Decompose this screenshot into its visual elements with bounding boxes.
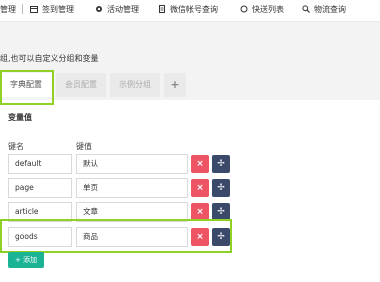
nav-item-wechat[interactable]: 微信帐号查询 (158, 3, 218, 17)
move-handle-button[interactable]: ✢ (212, 228, 230, 246)
gear-icon (95, 4, 103, 12)
circle-icon (240, 4, 248, 13)
nav-item-signin[interactable]: 签到管理 (30, 3, 74, 17)
key-field[interactable]: goods (8, 227, 72, 247)
move-handle-button[interactable]: ✢ (212, 155, 230, 173)
add-tab-button[interactable]: + (164, 73, 186, 97)
document-icon (158, 4, 166, 13)
calendar-icon (30, 4, 38, 13)
nav-item-label: 管理 (0, 5, 16, 14)
nav-separator (22, 4, 23, 14)
top-nav: 管理 签到管理 活动管理 微信帐号查询 快送列表 物流查询 (0, 0, 380, 22)
value-field[interactable]: 单页 (76, 178, 188, 198)
nav-item-label: 签到管理 (42, 5, 74, 14)
nav-item-label: 快送列表 (252, 5, 284, 14)
value-field[interactable]: 商品 (76, 227, 188, 247)
table-row: default 默认 × ✢ (0, 154, 380, 174)
value-field[interactable]: 默认 (76, 154, 188, 174)
move-handle-button[interactable]: ✢ (212, 179, 230, 197)
key-field[interactable]: page (8, 178, 72, 198)
delete-button[interactable]: × (191, 155, 209, 173)
table-row: article 文章 × ✢ (0, 202, 380, 222)
column-header-key: 键名 (8, 142, 24, 151)
move-handle-button[interactable]: ✢ (212, 203, 230, 221)
nav-item-express[interactable]: 快送列表 (240, 3, 284, 17)
search-icon (302, 4, 310, 13)
section-title: 变量值 (8, 113, 32, 122)
tab-member[interactable]: 会员配置 (56, 73, 106, 97)
tab-dictionary[interactable]: 字典配置 (0, 73, 52, 97)
nav-item-manage[interactable]: 管理 (0, 3, 16, 17)
delete-button[interactable]: × (191, 179, 209, 197)
column-header-value: 键值 (76, 142, 92, 151)
value-field[interactable]: 文章 (76, 202, 188, 222)
delete-button[interactable]: × (191, 203, 209, 221)
key-field[interactable]: default (8, 154, 72, 174)
table-row: page 单页 × ✢ (0, 178, 380, 198)
nav-item-logistics[interactable]: 物流查询 (302, 3, 346, 17)
delete-button[interactable]: × (191, 228, 209, 246)
key-field[interactable]: article (8, 202, 72, 222)
add-row-button[interactable]: + 添加 (8, 252, 44, 268)
table-row: goods 商品 × ✢ (0, 227, 380, 247)
nav-item-label: 活动管理 (107, 5, 139, 14)
config-description: 组,也可以自定义分组和变量 (0, 54, 99, 63)
tab-example-group[interactable]: 示例分组 (110, 73, 160, 97)
nav-item-activity[interactable]: 活动管理 (95, 3, 139, 17)
nav-item-label: 微信帐号查询 (170, 5, 218, 14)
nav-item-label: 物流查询 (314, 5, 346, 14)
